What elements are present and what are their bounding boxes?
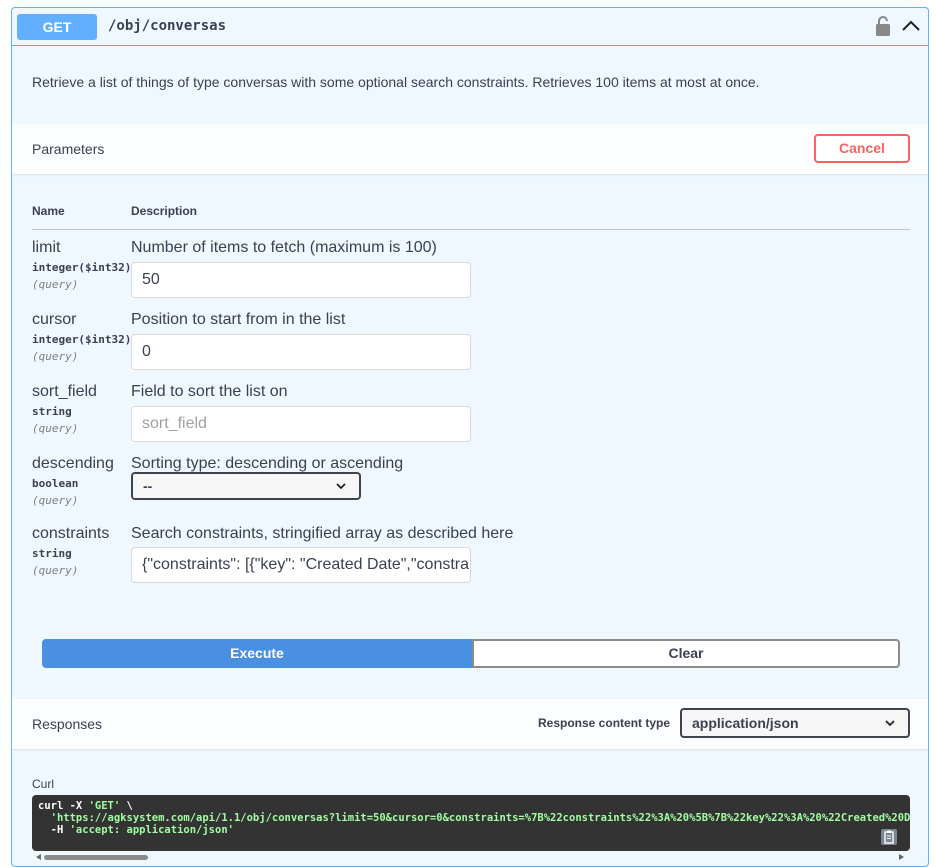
curl-url: 'https://agksystem.com/api/1.1/obj/conve… (50, 812, 910, 824)
param-location-limit: (query) (32, 278, 79, 291)
param-description-cursor: Position to start from in the list (131, 311, 346, 328)
param-name-constraints: constraints (32, 525, 110, 542)
operation-summary[interactable]: GET /obj/conversas (12, 8, 928, 46)
column-header-name: Name (32, 204, 65, 218)
param-description-sort-field: Field to sort the list on (131, 383, 288, 400)
sort-field-input[interactable]: sort_field (131, 406, 471, 442)
param-name-cursor: cursor (32, 311, 77, 328)
clear-button[interactable]: Clear (472, 639, 900, 668)
curl-horizontal-scrollbar[interactable] (36, 853, 904, 861)
scroll-right-icon[interactable] (898, 854, 904, 860)
param-name-descending: descending (32, 455, 114, 472)
param-location-sort-field: (query) (32, 422, 79, 435)
curl-label: Curl (32, 777, 55, 791)
curl-method: 'GET' (88, 800, 121, 812)
endpoint-path: /obj/conversas (108, 18, 227, 34)
curl-command: curl -X (38, 800, 89, 812)
header-divider (32, 229, 910, 230)
clipboard-copy-icon[interactable] (880, 828, 898, 846)
responses-title: Responses (32, 716, 103, 732)
curl-continuation: \ (120, 800, 133, 812)
param-name-limit: limit (32, 239, 61, 256)
operation-block: GET /obj/conversas Retrieve a list of th… (11, 7, 929, 867)
operation-description: Retrieve a list of things of type conver… (32, 74, 760, 90)
param-description-limit: Number of items to fetch (maximum is 100… (131, 239, 437, 256)
scrollbar-thumb[interactable] (44, 855, 148, 860)
responses-header: Responses Response content type applicat… (12, 699, 928, 749)
response-content-type-select[interactable]: application/json (680, 708, 910, 738)
param-type-constraints: string (32, 547, 72, 560)
column-header-description: Description (131, 204, 198, 218)
execute-button[interactable]: Execute (42, 639, 472, 668)
param-name-sort-field: sort_field (32, 383, 97, 400)
response-content-type-value: application/json (692, 715, 799, 731)
param-type-sort-field: string (32, 405, 72, 418)
param-location-constraints: (query) (32, 564, 79, 577)
cursor-input[interactable]: 0 (131, 334, 471, 370)
param-location-cursor: (query) (32, 350, 79, 363)
param-type-descending: boolean (32, 477, 79, 490)
param-type-limit: integer($int32) (32, 261, 132, 274)
descending-select-value: -- (143, 478, 153, 494)
param-location-descending: (query) (32, 494, 79, 507)
descending-select[interactable]: -- (131, 472, 361, 500)
curl-header-flag: -H (38, 824, 70, 836)
parameters-header: Parameters Cancel (12, 124, 928, 174)
parameters-title: Parameters (32, 141, 105, 157)
curl-header-value: 'accept: application/json' (69, 824, 234, 836)
response-content-type-label: Response content type (538, 716, 671, 730)
scroll-left-icon[interactable] (36, 854, 42, 860)
param-description-descending: Sorting type: descending or ascending (131, 455, 404, 472)
lock-icon[interactable] (875, 15, 891, 37)
cancel-button[interactable]: Cancel (814, 134, 910, 163)
constraints-input[interactable]: {"constraints": [{"key": "Created Date",… (131, 547, 471, 583)
curl-code-block[interactable]: curl -X 'GET' \ 'https://agksystem.com/a… (32, 795, 910, 851)
chevron-up-icon[interactable] (900, 15, 922, 37)
param-description-constraints: Search constraints, stringified array as… (131, 525, 514, 542)
chevron-down-icon (885, 720, 895, 727)
chevron-down-icon (336, 483, 346, 490)
param-type-cursor: integer($int32) (32, 333, 132, 346)
method-badge: GET (17, 14, 97, 40)
limit-input[interactable]: 50 (131, 262, 471, 298)
